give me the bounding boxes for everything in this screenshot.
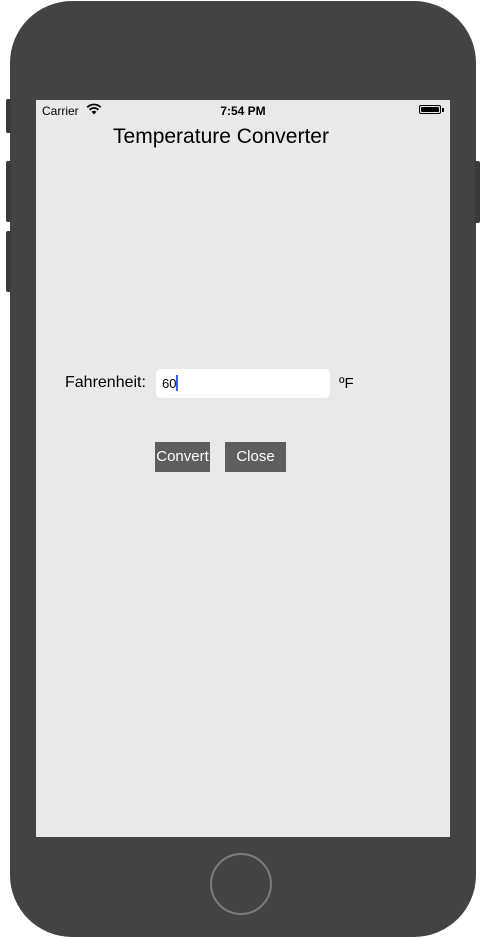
battery-icon xyxy=(419,105,441,114)
screen: Carrier 7:54 PM Temperature Converter Fa… xyxy=(36,100,450,837)
fahrenheit-input[interactable]: 60 xyxy=(156,369,330,398)
text-caret xyxy=(176,375,179,391)
unit-label: ºF xyxy=(339,375,354,392)
convert-button[interactable]: Convert xyxy=(155,442,210,472)
volume-up-button xyxy=(6,161,11,222)
silent-switch xyxy=(6,99,11,133)
volume-down-button xyxy=(6,231,11,292)
status-time: 7:54 PM xyxy=(220,104,266,118)
status-bar: Carrier 7:54 PM xyxy=(36,100,450,122)
home-button[interactable] xyxy=(210,853,272,915)
battery-tip xyxy=(442,108,444,112)
close-button[interactable]: Close xyxy=(225,442,286,472)
power-button xyxy=(475,161,480,223)
fahrenheit-input-value: 60 xyxy=(162,376,177,391)
fahrenheit-label: Fahrenheit: xyxy=(65,374,146,391)
page-title: Temperature Converter xyxy=(113,125,329,148)
